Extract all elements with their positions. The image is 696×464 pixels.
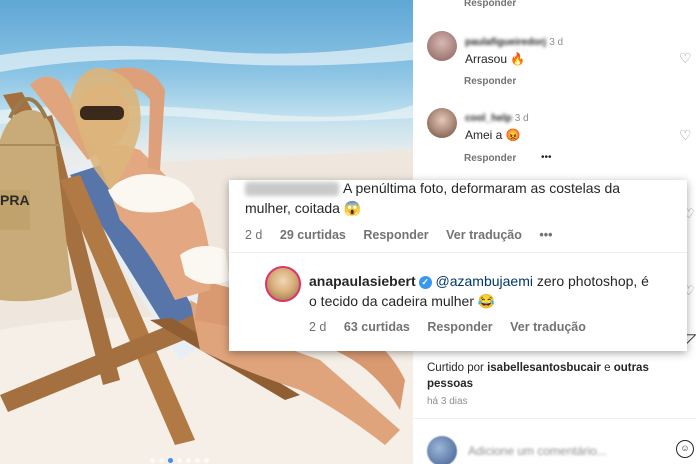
reply-username[interactable]: anapaulasiebert <box>309 273 416 289</box>
comment-text: Amei a <box>465 128 503 142</box>
translate-button[interactable]: Ver tradução <box>510 320 586 334</box>
reply-text-line2: o tecido da cadeira mulher 😂 <box>309 293 496 309</box>
heart-icon[interactable]: ♡ <box>679 127 692 144</box>
likes-count[interactable]: 63 curtidas <box>344 320 410 334</box>
comment-username[interactable]: paulafigueiredorj <box>465 37 546 48</box>
carousel-dots[interactable] <box>150 458 209 463</box>
liked-by-prefix: Curtido por <box>427 362 484 374</box>
reply-button[interactable]: Responder <box>464 153 516 164</box>
fire-emoji: 🔥 <box>510 52 526 66</box>
comment-text-line2: mulher, coitada 😱 <box>245 200 362 216</box>
reply-meta: 2 d 63 curtidas Responder Ver tradução <box>309 320 600 334</box>
comment-age: 3 d <box>549 37 564 48</box>
divider <box>229 252 687 253</box>
comment-username[interactable]: cool_help <box>465 113 512 124</box>
mention-link[interactable]: @azambujaemi <box>436 273 533 289</box>
reply-button[interactable]: Responder <box>464 0 516 9</box>
scream-emoji: 😱 <box>343 200 362 216</box>
more-options-icon[interactable]: ••• <box>541 152 552 163</box>
avatar[interactable] <box>265 266 301 302</box>
post-age: há 3 dias <box>427 396 468 407</box>
comment-text-line1: A penúltima foto, deformaram as costelas… <box>343 180 621 196</box>
heart-icon[interactable]: ♡ <box>679 50 692 67</box>
liked-by-others[interactable]: outras <box>614 362 649 374</box>
reply-age: 2 d <box>309 320 327 334</box>
verified-badge-icon: ✓ <box>418 275 432 289</box>
comment-text: Arrasou <box>465 52 508 66</box>
reply-header: anapaulasiebert ✓ @azambujaemi zero photo… <box>309 273 649 289</box>
liked-by: Curtido por isabellesantosbucair e outra… <box>427 360 667 392</box>
comment-age: 2 d <box>245 228 263 242</box>
bag-logo-text: PRA <box>0 192 30 208</box>
reply-button[interactable]: Responder <box>363 228 428 242</box>
reply-button[interactable]: Responder <box>427 320 492 334</box>
comment-thread-card: A penúltima foto, deformaram as costelas… <box>229 180 687 351</box>
avatar[interactable] <box>427 31 457 61</box>
laugh-emoji: 😂 <box>477 293 496 309</box>
likes-count[interactable]: 29 curtidas <box>280 228 346 242</box>
angry-emoji: 😡 <box>505 128 521 142</box>
liked-by-others-2[interactable]: pessoas <box>427 378 473 390</box>
add-comment-input[interactable]: Adicione um comentário... <box>468 444 607 458</box>
liked-by-and: e <box>604 362 611 374</box>
reply-button[interactable]: Responder <box>464 76 516 87</box>
emoji-icon[interactable]: ☺ <box>676 440 694 458</box>
comment-age: 3 d <box>514 113 529 124</box>
divider <box>413 418 696 419</box>
translate-button[interactable]: Ver tradução <box>446 228 522 242</box>
avatar[interactable] <box>427 108 457 138</box>
more-options-icon[interactable]: ••• <box>539 228 552 242</box>
blurred-username <box>245 182 339 196</box>
reply-text-line1: zero photoshop, é <box>536 273 649 289</box>
avatar <box>427 436 457 464</box>
comment-meta: 2 d 29 curtidas Responder Ver tradução •… <box>245 228 567 242</box>
liked-by-user[interactable]: isabellesantosbucair <box>487 362 601 374</box>
